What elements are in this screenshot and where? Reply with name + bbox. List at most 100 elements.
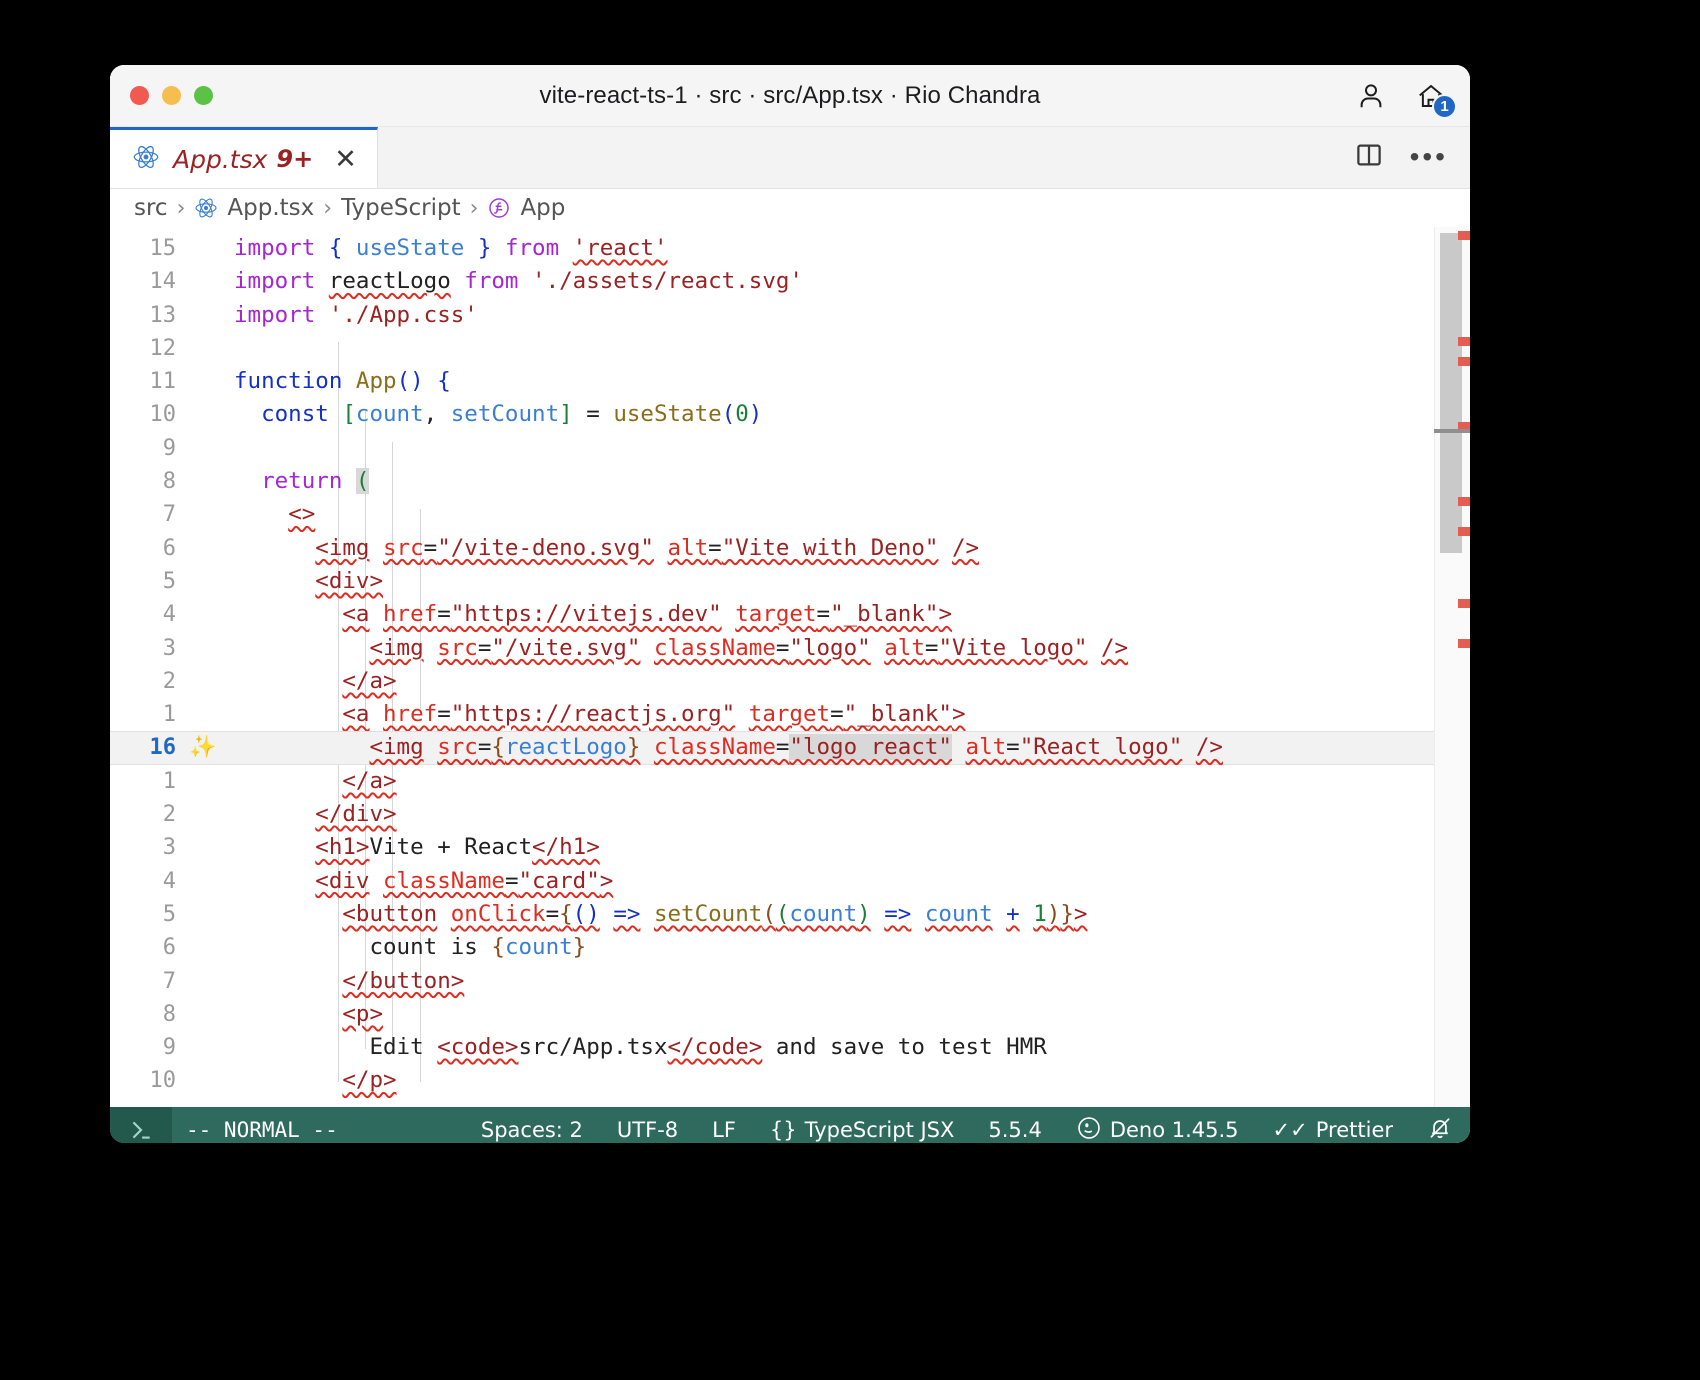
code-line[interactable]: 4 <a href="https://vitejs.dev" target="_… bbox=[110, 598, 1470, 631]
status-deno[interactable]: Deno 1.45.5 bbox=[1059, 1115, 1256, 1144]
status-encoding[interactable]: UTF-8 bbox=[600, 1118, 695, 1142]
line-number: 8 bbox=[162, 469, 176, 495]
code-text: import './App.css' bbox=[234, 301, 478, 328]
code-text: </div> bbox=[315, 801, 397, 828]
chevron-right-icon: › bbox=[469, 195, 479, 221]
line-number: 11 bbox=[149, 369, 177, 395]
code-line[interactable]: 8 <p> bbox=[110, 998, 1470, 1031]
code-line[interactable]: 2 </div> bbox=[110, 798, 1470, 831]
title-bar: vite-react-ts-1 · src · src/App.tsx · Ri… bbox=[110, 65, 1470, 127]
code-line[interactable]: 12 bbox=[110, 332, 1470, 365]
vim-logo-icon[interactable] bbox=[110, 1107, 172, 1143]
code-editor[interactable]: 15 import { useState } from 'react' 14 impo… bbox=[110, 227, 1470, 1107]
line-number: 2 bbox=[162, 802, 176, 828]
status-prettier[interactable]: ✓✓ Prettier bbox=[1256, 1118, 1410, 1142]
window-title: vite-react-ts-1 · src · src/App.tsx · Ri… bbox=[539, 81, 1041, 109]
code-line[interactable]: 2 </a> bbox=[110, 665, 1470, 698]
tab-label: App.tsx bbox=[173, 144, 268, 174]
breadcrumb-item-typescript[interactable]: TypeScript bbox=[341, 195, 461, 221]
minimize-window-button[interactable] bbox=[162, 86, 181, 105]
code-line[interactable]: 7 </button> bbox=[110, 965, 1470, 998]
zoom-window-button[interactable] bbox=[194, 86, 213, 105]
vim-mode-indicator: -- NORMAL -- bbox=[186, 1118, 338, 1142]
code-text: <img src="/vite.svg" className="logo" al… bbox=[369, 634, 1129, 661]
code-text: function App() { bbox=[234, 368, 451, 395]
tab-bar: App.tsx 9+ ✕ ••• bbox=[110, 127, 1470, 189]
line-number: 14 bbox=[149, 269, 177, 295]
code-line[interactable]: 1 </a> bbox=[110, 765, 1470, 798]
split-editor-icon[interactable] bbox=[1354, 140, 1384, 175]
code-line[interactable]: 6 count is {count} bbox=[110, 931, 1470, 964]
line-number: 9 bbox=[162, 1035, 176, 1061]
code-text: </p> bbox=[342, 1067, 397, 1094]
account-icon[interactable] bbox=[1354, 79, 1388, 113]
code-line[interactable]: 1 <a href="https://reactjs.org" target="… bbox=[110, 698, 1470, 731]
breadcrumb: src › App.tsx › TypeScript › App bbox=[110, 189, 1470, 227]
status-language-mode[interactable]: {} TypeScript JSX bbox=[753, 1118, 971, 1142]
code-line[interactable]: 14 import reactLogo from './assets/react.… bbox=[110, 265, 1470, 298]
code-line[interactable]: 15 import { useState } from 'react' bbox=[110, 232, 1470, 265]
home-icon[interactable]: 1 bbox=[1414, 79, 1457, 119]
line-number: 7 bbox=[162, 968, 176, 994]
line-number: 5 bbox=[162, 568, 176, 594]
code-line[interactable]: 9 bbox=[110, 432, 1470, 465]
react-icon bbox=[194, 195, 218, 221]
breadcrumb-item-app-tsx[interactable]: App.tsx bbox=[227, 195, 314, 221]
code-line[interactable]: 6 <img src="/vite-deno.svg" alt="Vite wi… bbox=[110, 532, 1470, 565]
code-line[interactable]: 13 import './App.css' bbox=[110, 299, 1470, 332]
more-actions-icon[interactable]: ••• bbox=[1410, 143, 1448, 171]
code-line[interactable]: 5 <button onClick={() => setCount((count… bbox=[110, 898, 1470, 931]
tab-bar-actions: ••• bbox=[1354, 127, 1448, 188]
status-typescript-version[interactable]: 5.5.4 bbox=[971, 1118, 1058, 1142]
code-line[interactable]: 10 const [count, setCount] = useState(0) bbox=[110, 398, 1470, 431]
code-text: <img src="/vite-deno.svg" alt="Vite with… bbox=[315, 534, 980, 561]
minimap[interactable] bbox=[1434, 227, 1470, 1107]
line-number: 1 bbox=[162, 768, 176, 794]
close-window-button[interactable] bbox=[130, 86, 149, 105]
code-line[interactable]: 3 <img src="/vite.svg" className="logo" … bbox=[110, 632, 1470, 665]
code-line[interactable]: 10 </p> bbox=[110, 1064, 1470, 1097]
code-line[interactable]: 8 return ( bbox=[110, 465, 1470, 498]
status-indentation[interactable]: Spaces: 2 bbox=[464, 1118, 600, 1142]
code-line[interactable]: 3 <h1>Vite + React</h1> bbox=[110, 831, 1470, 864]
code-text: </a> bbox=[342, 667, 397, 694]
code-text: </button> bbox=[342, 967, 465, 994]
code-text: <> bbox=[288, 501, 316, 528]
breadcrumb-item-app[interactable]: App bbox=[520, 195, 565, 221]
status-prettier-label: Prettier bbox=[1315, 1118, 1393, 1142]
status-notifications[interactable] bbox=[1410, 1115, 1470, 1144]
double-check-icon: ✓✓ bbox=[1272, 1118, 1308, 1142]
quick-fix-lightbulb-icon[interactable]: ✨ bbox=[182, 731, 224, 764]
code-text: <a href="https://vitejs.dev" target="_bl… bbox=[342, 601, 952, 628]
code-line[interactable]: 11 function App() { bbox=[110, 365, 1470, 398]
line-number: 9 bbox=[162, 435, 176, 461]
code-lines[interactable]: 15 import { useState } from 'react' 14 impo… bbox=[110, 227, 1470, 1098]
tab-app-tsx[interactable]: App.tsx 9+ ✕ bbox=[110, 127, 378, 188]
home-badge: 1 bbox=[1432, 93, 1457, 119]
line-number: 10 bbox=[149, 402, 177, 428]
status-language-label: TypeScript JSX bbox=[804, 1118, 955, 1142]
line-number: 2 bbox=[162, 668, 176, 694]
function-symbol-icon bbox=[487, 195, 511, 221]
react-icon bbox=[132, 143, 160, 176]
tab-unsaved-badge: 9+ bbox=[276, 145, 314, 173]
code-text: <img src={reactLogo} className="logo rea… bbox=[369, 734, 1223, 761]
deno-icon bbox=[1076, 1115, 1102, 1144]
title-bar-actions: 1 bbox=[1354, 65, 1457, 126]
line-number: 6 bbox=[162, 935, 176, 961]
code-line[interactable]: 16 ✨ <img src={reactLogo} className="logo… bbox=[110, 731, 1470, 765]
status-eol[interactable]: LF bbox=[695, 1118, 753, 1142]
code-text: const [count, setCount] = useState(0) bbox=[261, 401, 763, 428]
code-line[interactable]: 5 <div> bbox=[110, 565, 1470, 598]
code-line[interactable]: 7 <> bbox=[110, 498, 1470, 531]
breadcrumb-item-src[interactable]: src bbox=[134, 195, 168, 221]
tab-close-icon[interactable]: ✕ bbox=[334, 146, 357, 173]
line-number: 12 bbox=[149, 335, 177, 361]
code-line[interactable]: 4 <div className="card"> bbox=[110, 865, 1470, 898]
chevron-right-icon: › bbox=[176, 195, 186, 221]
line-number: 1 bbox=[162, 702, 176, 728]
line-number: 7 bbox=[162, 502, 176, 528]
traffic-lights bbox=[110, 86, 213, 105]
code-line[interactable]: 9 Edit <code>src/App.tsx</code> and save… bbox=[110, 1031, 1470, 1064]
code-text: return ( bbox=[261, 468, 370, 495]
